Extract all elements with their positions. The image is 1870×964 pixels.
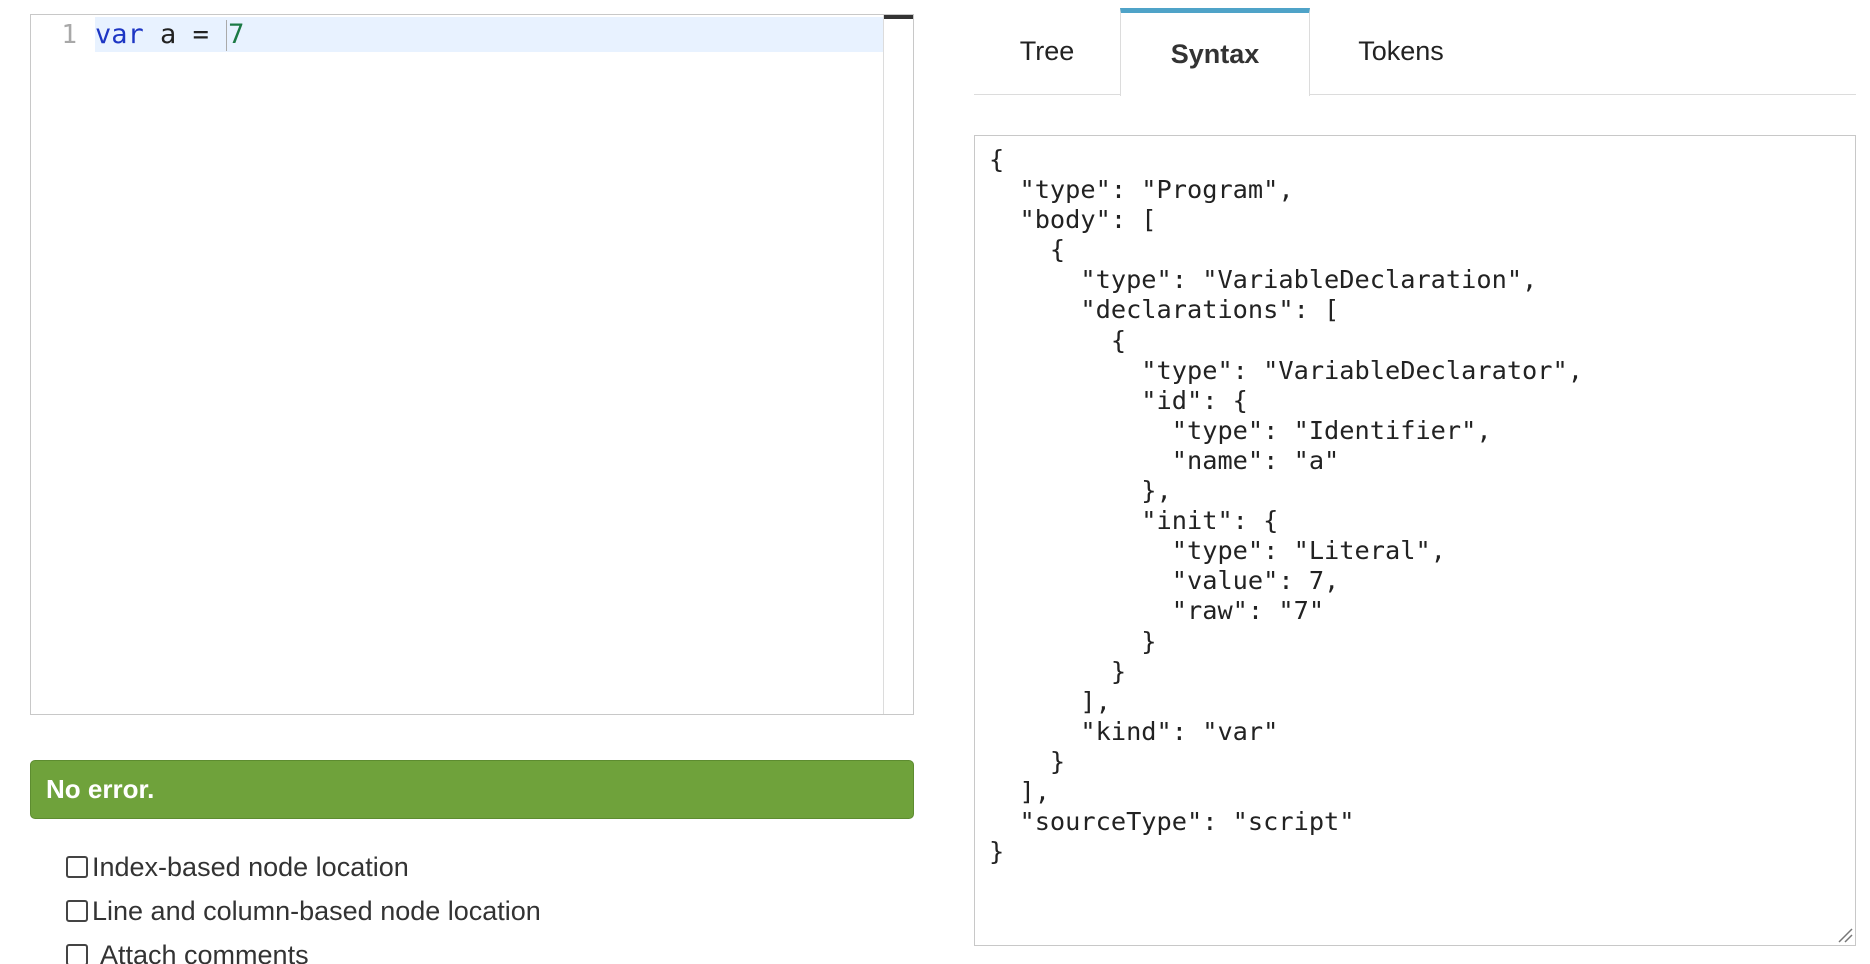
option-index-location[interactable]: Index-based node location: [66, 845, 541, 889]
line-column-location-checkbox[interactable]: [66, 900, 88, 922]
tab-tree[interactable]: Tree: [974, 8, 1120, 94]
code-text[interactable]: var a = 7: [95, 19, 244, 51]
options-list: Index-based node location Line and colum…: [66, 845, 541, 964]
output-tabs: Tree Syntax Tokens: [974, 8, 1856, 96]
code-editor[interactable]: 1 var a = 7: [30, 14, 914, 715]
identifier-token: a: [160, 18, 177, 50]
number-token: 7: [228, 18, 245, 50]
syntax-output[interactable]: { "type": "Program", "body": [ { "type":…: [974, 135, 1856, 946]
attach-comments-checkbox[interactable]: [66, 944, 88, 964]
status-banner: No error.: [30, 760, 914, 819]
text-cursor: [226, 19, 228, 51]
option-line-column-location[interactable]: Line and column-based node location: [66, 889, 541, 933]
syntax-json-text[interactable]: { "type": "Program", "body": [ { "type":…: [975, 136, 1855, 867]
tab-tokens[interactable]: Tokens: [1310, 8, 1492, 94]
resize-grip-icon[interactable]: [1835, 925, 1853, 943]
scrollbar-thumb[interactable]: [884, 15, 913, 19]
operator-token: =: [192, 18, 209, 50]
index-location-checkbox[interactable]: [66, 856, 88, 878]
option-label: Line and column-based node location: [92, 895, 541, 926]
editor-line[interactable]: 1 var a = 7: [31, 17, 886, 52]
tab-syntax[interactable]: Syntax: [1120, 8, 1310, 96]
page: 1 var a = 7 No error. Index-based node l…: [0, 0, 1870, 964]
line-number: 1: [61, 19, 77, 50]
option-attach-comments[interactable]: Attach comments: [66, 933, 541, 964]
option-label: Index-based node location: [92, 851, 409, 882]
status-message: No error.: [46, 774, 155, 804]
keyword-token: var: [95, 18, 144, 50]
option-label: Attach comments: [100, 939, 309, 964]
editor-scrollbar[interactable]: [883, 15, 913, 714]
